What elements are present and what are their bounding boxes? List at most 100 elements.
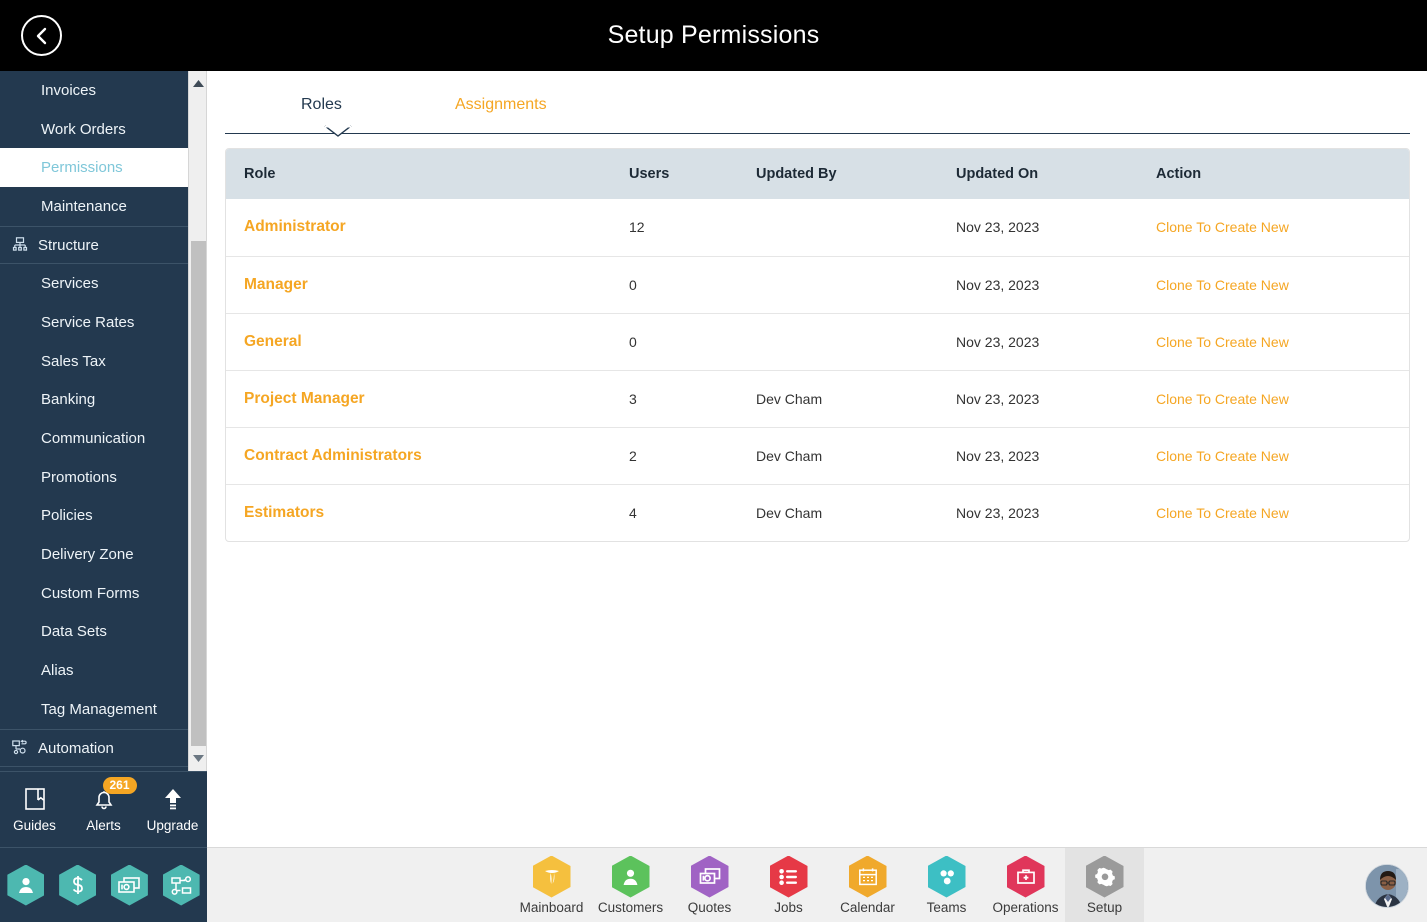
clone-to-create-new-link[interactable]: Clone To Create New bbox=[1156, 448, 1289, 464]
sidebar-item-label: Work Orders bbox=[41, 120, 126, 138]
sidebar-item-label: Custom Forms bbox=[41, 584, 140, 602]
table-row: Administrator 12 Nov 23, 2023 Clone To Crea… bbox=[226, 199, 1409, 256]
sidebar-scrollbar[interactable] bbox=[188, 71, 207, 771]
sidebar-item-alias[interactable]: Alias bbox=[0, 651, 188, 690]
sidebar-item-automation[interactable]: Automation bbox=[0, 728, 188, 768]
sidebar-item-custom-forms[interactable]: Custom Forms bbox=[0, 574, 188, 613]
bottom-nav-items: Mainboard Customers Quotes Jobs Calendar… bbox=[512, 847, 1144, 922]
active-tab-indicator-icon bbox=[324, 124, 352, 142]
table-row: Contract Administrators 2 Dev Cham Nov 23, … bbox=[226, 426, 1409, 484]
scroll-down-arrow-icon[interactable] bbox=[189, 750, 208, 767]
dollar-hex-icon[interactable] bbox=[59, 864, 97, 906]
sidebar-tool-upgrade[interactable]: Upgrade bbox=[142, 787, 204, 833]
sidebar-item-label: Services bbox=[41, 275, 99, 293]
cell-users: 4 bbox=[611, 483, 738, 541]
tab-assignments[interactable]: Assignments bbox=[447, 92, 555, 118]
sidebar-item-label: Service Rates bbox=[41, 313, 135, 331]
teams-icon bbox=[927, 855, 966, 898]
workflow-hex-icon[interactable] bbox=[162, 864, 200, 906]
mainboard-icon bbox=[532, 855, 571, 898]
sidebar-item-data-sets[interactable]: Data Sets bbox=[0, 613, 188, 652]
sidebar-item-policies[interactable]: Policies bbox=[0, 497, 188, 536]
sidebar-scrollbar-thumb[interactable] bbox=[191, 241, 206, 746]
column-header-users[interactable]: Users bbox=[611, 149, 738, 199]
tab-bar: Roles Assignments bbox=[225, 88, 1410, 137]
sidebar-item-services[interactable]: Services bbox=[0, 264, 188, 303]
sidebar-item-banking[interactable]: Banking bbox=[0, 381, 188, 420]
setup-gear-icon bbox=[1085, 855, 1124, 898]
bottom-navigation: Mainboard Customers Quotes Jobs Calendar… bbox=[207, 847, 1427, 922]
sidebar-item-permissions[interactable]: Permissions bbox=[0, 148, 188, 188]
table-row: General 0 Nov 23, 2023 Clone To Create New bbox=[226, 312, 1409, 370]
sidebar-item-sales-tax[interactable]: Sales Tax bbox=[0, 342, 188, 381]
tab-assignments-label: Assignments bbox=[455, 96, 547, 113]
sidebar-item-delivery-zone[interactable]: Delivery Zone bbox=[0, 535, 188, 574]
table-body: Administrator 12 Nov 23, 2023 Clone To Crea… bbox=[226, 199, 1409, 541]
sidebar-item-label: Automation bbox=[38, 739, 114, 757]
clone-to-create-new-link[interactable]: Clone To Create New bbox=[1156, 277, 1289, 293]
clone-to-create-new-link[interactable]: Clone To Create New bbox=[1156, 334, 1289, 350]
column-header-action[interactable]: Action bbox=[1138, 149, 1409, 199]
cell-updated-on: Nov 23, 2023 bbox=[938, 369, 1138, 427]
cell-updated-by bbox=[738, 255, 938, 313]
cell-role: General bbox=[226, 312, 611, 370]
bottom-nav-operations[interactable]: Operations bbox=[986, 848, 1065, 922]
cell-users: 3 bbox=[611, 369, 738, 427]
bottom-nav-calendar[interactable]: Calendar bbox=[828, 848, 907, 922]
column-header-updated-by[interactable]: Updated By bbox=[738, 149, 938, 199]
bottom-nav-teams[interactable]: Teams bbox=[907, 848, 986, 922]
user-avatar[interactable] bbox=[1365, 864, 1409, 908]
bottom-nav-customers[interactable]: Customers bbox=[591, 848, 670, 922]
sidebar-tool-alerts[interactable]: 261 Alerts bbox=[73, 776, 137, 833]
cell-updated-by bbox=[738, 199, 938, 256]
sidebar-item-maintenance[interactable]: Maintenance bbox=[0, 187, 188, 226]
user-hex-icon[interactable] bbox=[7, 864, 45, 906]
sidebar-tool-guides[interactable]: Guides bbox=[4, 787, 66, 833]
bottom-nav-label: Customers bbox=[597, 899, 664, 915]
bottom-nav-quotes[interactable]: Quotes bbox=[670, 848, 749, 922]
cell-updated-on: Nov 23, 2023 bbox=[938, 483, 1138, 541]
role-link[interactable]: Project Manager bbox=[244, 390, 365, 407]
cell-users: 0 bbox=[611, 312, 738, 370]
page-title: Setup Permissions bbox=[607, 21, 820, 49]
sidebar-item-structure[interactable]: Structure bbox=[0, 225, 188, 265]
sidebar-item-work-orders[interactable]: Work Orders bbox=[0, 110, 188, 149]
app-root: Setup Permissions Invoices Work Orders Per… bbox=[0, 0, 1427, 922]
sidebar-quick-icons bbox=[0, 847, 207, 922]
sidebar-item-communication[interactable]: Communication bbox=[0, 419, 188, 458]
column-header-updated-on[interactable]: Updated On bbox=[938, 149, 1138, 199]
column-header-role[interactable]: Role bbox=[226, 149, 611, 199]
tab-roles-label: Roles bbox=[301, 96, 342, 113]
tab-roles[interactable]: Roles bbox=[293, 92, 350, 118]
sidebar-item-promotions[interactable]: Promotions bbox=[0, 458, 188, 497]
role-link[interactable]: Contract Administrators bbox=[244, 447, 422, 464]
book-icon bbox=[24, 787, 46, 814]
cell-role: Project Manager bbox=[226, 369, 611, 427]
sidebar-item-invoices[interactable]: Invoices bbox=[0, 71, 188, 110]
clone-to-create-new-link[interactable]: Clone To Create New bbox=[1156, 391, 1289, 407]
operations-icon bbox=[1006, 855, 1045, 898]
clone-to-create-new-link[interactable]: Clone To Create New bbox=[1156, 219, 1289, 235]
payment-hex-icon[interactable] bbox=[110, 864, 148, 906]
sidebar-item-label: Policies bbox=[41, 507, 93, 525]
bottom-nav-label: Mainboard bbox=[519, 899, 584, 915]
bottom-nav-mainboard[interactable]: Mainboard bbox=[512, 848, 591, 922]
bottom-nav-jobs[interactable]: Jobs bbox=[749, 848, 828, 922]
sidebar-item-service-rates[interactable]: Service Rates bbox=[0, 303, 188, 342]
sidebar-item-label: Tag Management bbox=[41, 700, 157, 718]
cell-users: 0 bbox=[611, 255, 738, 313]
role-link[interactable]: Manager bbox=[244, 276, 308, 293]
role-link[interactable]: General bbox=[244, 333, 302, 350]
scroll-up-arrow-icon[interactable] bbox=[189, 75, 208, 92]
sidebar-item-tag-management[interactable]: Tag Management bbox=[0, 690, 188, 729]
arrow-up-icon bbox=[163, 787, 183, 814]
clone-to-create-new-link[interactable]: Clone To Create New bbox=[1156, 505, 1289, 521]
sidebar-item-label: Promotions bbox=[41, 468, 117, 486]
role-link[interactable]: Administrator bbox=[244, 218, 346, 235]
cell-role: Manager bbox=[226, 255, 611, 313]
bottom-nav-setup[interactable]: Setup bbox=[1065, 847, 1144, 922]
role-link[interactable]: Estimators bbox=[244, 504, 324, 521]
sidebar-nav[interactable]: Invoices Work Orders Permissions Maintenanc… bbox=[0, 71, 188, 771]
cell-updated-by: Dev Cham bbox=[738, 369, 938, 427]
cell-updated-by: Dev Cham bbox=[738, 426, 938, 484]
